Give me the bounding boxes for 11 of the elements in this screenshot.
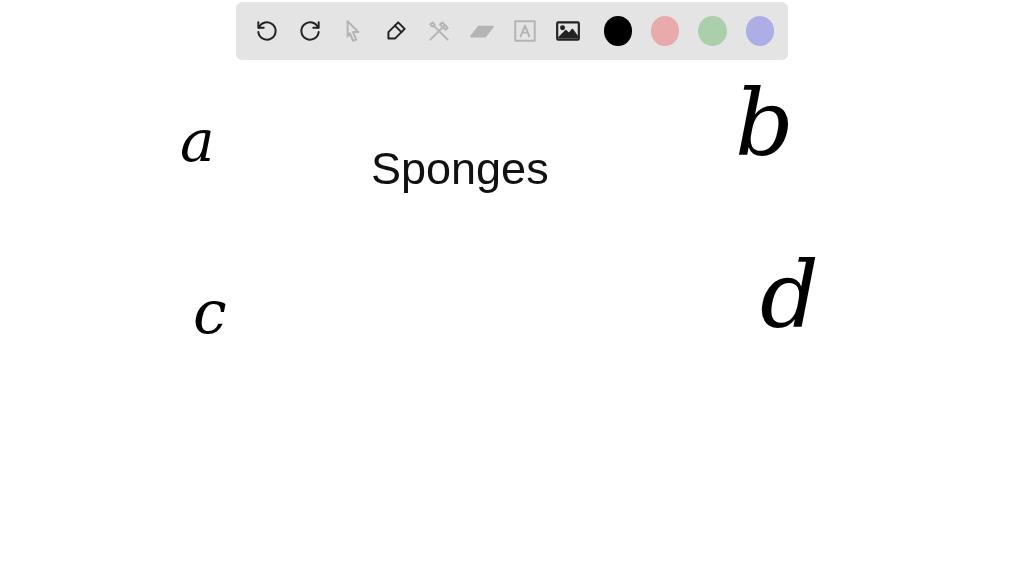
color-swatch[interactable]	[745, 16, 774, 46]
handwritten-letter: c	[193, 276, 227, 342]
image-icon	[555, 18, 582, 44]
canvas-title: Sponges	[371, 142, 549, 196]
color-swatch[interactable]	[603, 16, 632, 46]
text-tool-icon	[512, 18, 538, 44]
color-swatch[interactable]	[650, 16, 680, 46]
color-swatch[interactable]	[698, 16, 727, 46]
handwritten-letter: d	[760, 252, 819, 342]
handwritten-letter: a	[180, 106, 215, 170]
handwritten-letter: b	[735, 80, 794, 170]
